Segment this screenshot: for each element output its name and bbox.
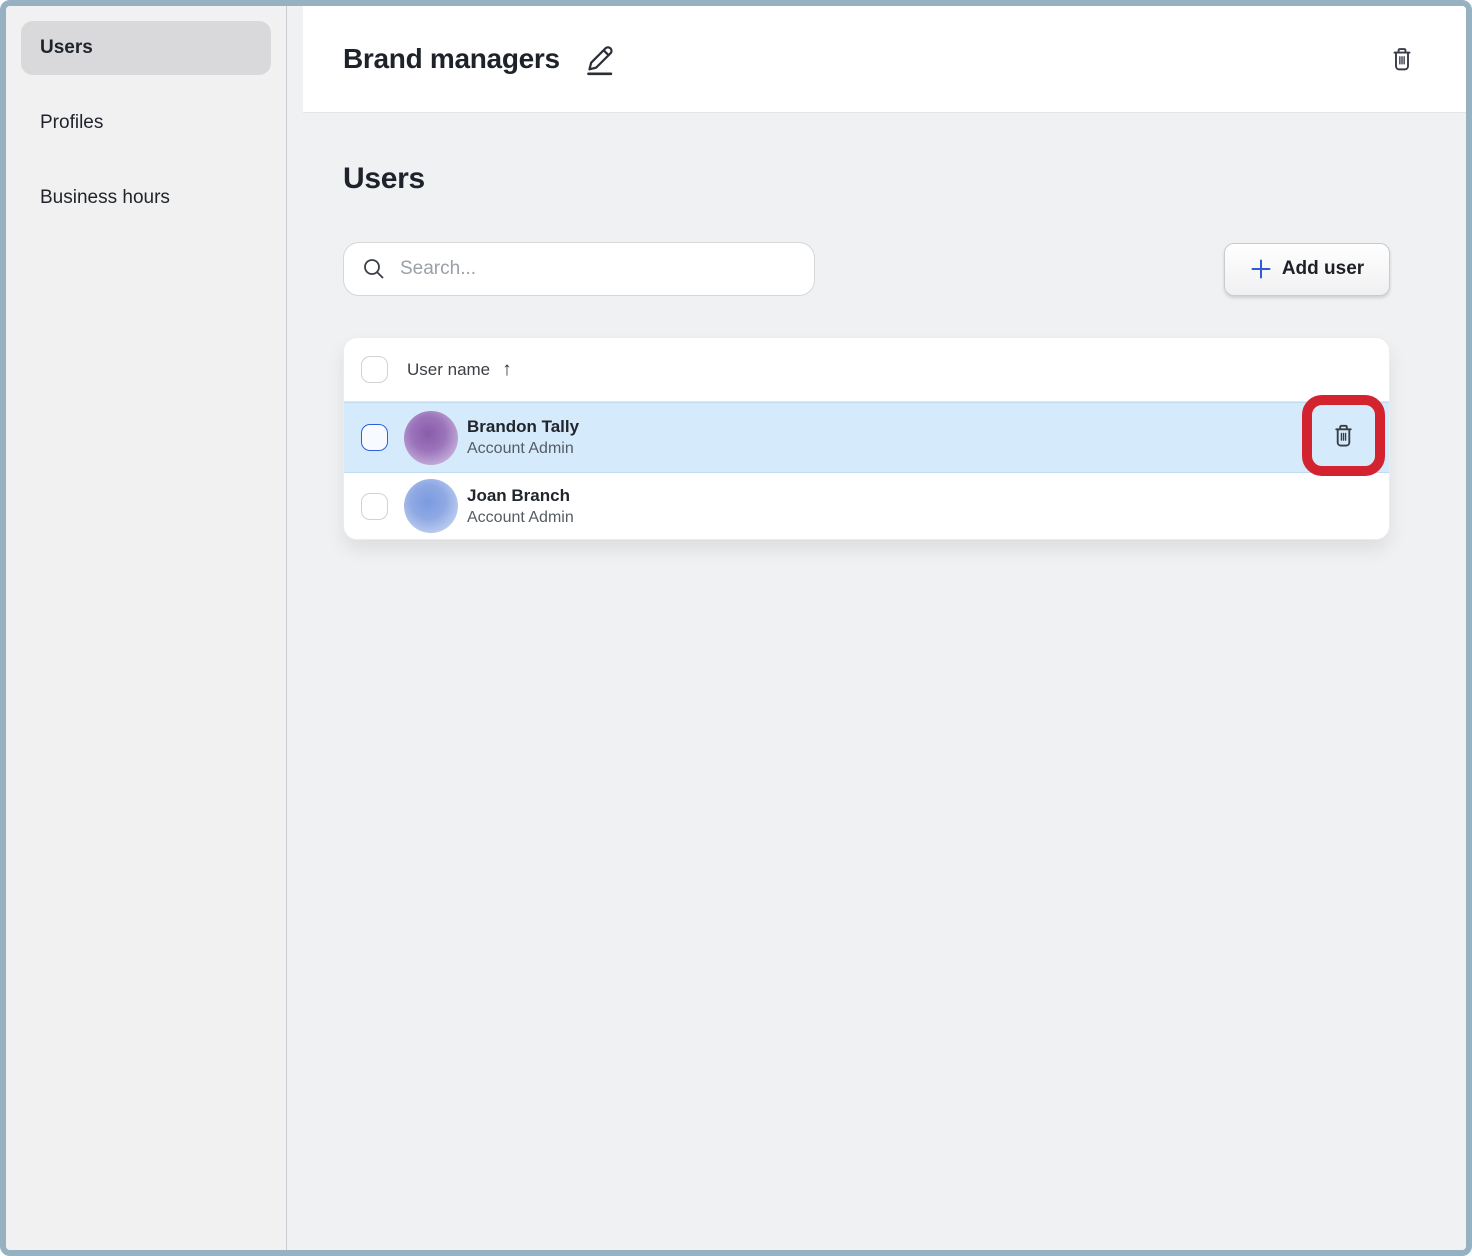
user-name: Brandon Tally [467,417,579,437]
search-input[interactable] [400,258,798,280]
plus-icon [1250,258,1272,280]
user-role: Account Admin [467,509,574,527]
sidebar-item-label: Users [40,37,93,59]
trash-icon [1388,44,1416,74]
row-checkbox[interactable] [361,493,388,520]
edit-title-button[interactable] [584,41,618,77]
sidebar-item-label: Profiles [40,112,103,134]
column-label: User name [407,360,490,380]
table-row[interactable]: Joan Branch Account Admin [344,473,1389,539]
delete-group-button[interactable] [1388,44,1416,74]
table-header-row: User name ↑ [344,338,1389,402]
sidebar-item-business-hours[interactable]: Business hours [21,171,271,225]
user-role: Account Admin [467,440,579,458]
trash-icon [1330,421,1357,450]
sidebar-item-users[interactable]: Users [21,21,271,75]
sidebar-item-profiles[interactable]: Profiles [21,96,271,150]
add-user-label: Add user [1282,258,1364,280]
users-table: User name ↑ Brandon Tally Account Admin [343,337,1390,540]
add-user-button[interactable]: Add user [1224,243,1390,296]
sort-ascending-icon: ↑ [502,359,512,381]
section-title: Users [343,162,1390,196]
avatar [404,411,458,465]
main-area: Brand managers [287,6,1466,1250]
title-group: Brand managers [343,41,618,77]
user-info: Brandon Tally Account Admin [467,417,579,458]
user-info: Joan Branch Account Admin [467,486,574,527]
sidebar: Users Profiles Business hours [6,6,286,1250]
page-title: Brand managers [343,43,560,75]
pencil-icon [584,41,618,77]
table-row[interactable]: Brandon Tally Account Admin [344,402,1389,473]
delete-user-button[interactable] [1330,421,1357,450]
row-checkbox[interactable] [361,424,388,451]
user-name: Joan Branch [467,486,574,506]
column-sort-user-name[interactable]: User name ↑ [407,359,512,381]
search-icon [361,256,387,282]
avatar [404,479,458,533]
select-all-checkbox[interactable] [361,356,388,383]
search-box[interactable] [343,242,815,296]
sidebar-item-label: Business hours [40,187,170,209]
toolbar: Add user [343,242,1390,296]
users-section: Users [287,113,1466,540]
page-header: Brand managers [303,6,1466,113]
app-window: Users Profiles Business hours Brand mana… [0,0,1472,1256]
